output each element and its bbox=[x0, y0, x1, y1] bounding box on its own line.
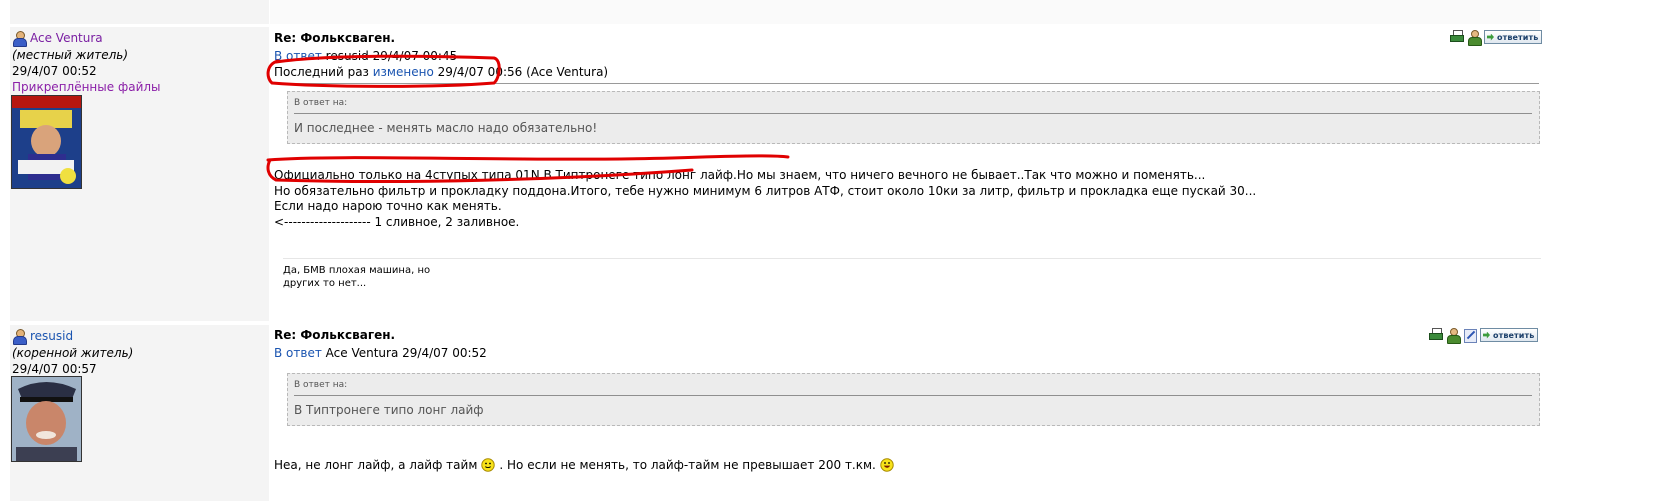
post1-reply-link[interactable]: В ответ bbox=[274, 49, 322, 63]
post1-author-link[interactable]: Ace Ventura bbox=[30, 31, 103, 45]
post2-quote-label: В ответ на: bbox=[294, 380, 348, 390]
post1-header-divider bbox=[274, 83, 1539, 84]
post2-reply-to: Ace Ventura 29/4/07 00:52 bbox=[325, 346, 487, 360]
post2-reply-info: В ответ Ace Ventura 29/4/07 00:52 bbox=[274, 346, 1539, 360]
post1-body: Официально только на 4ступых типа 01N.В … bbox=[274, 168, 1539, 230]
reply-arrow-icon bbox=[1483, 331, 1490, 339]
post2-author-status: (коренной житель) bbox=[12, 346, 134, 360]
post2-title: Re: Фольксваген. bbox=[274, 328, 396, 342]
post1-signature-divider bbox=[283, 258, 1541, 259]
post1-avatar[interactable] bbox=[11, 95, 82, 189]
post1-body-line: Официально только на 4ступых типа 01N.В … bbox=[274, 168, 1206, 182]
post1-quote: В ответ на: И последнее - менять масло н… bbox=[287, 91, 1540, 144]
previous-post-sidebar bbox=[10, 0, 269, 24]
smiley-icon bbox=[880, 458, 894, 472]
post2-reply-button-label: ответить bbox=[1493, 330, 1535, 340]
post2-quote-text: В Типтронеге типо лонг лайф bbox=[294, 403, 484, 417]
edit-icon[interactable] bbox=[1463, 328, 1477, 343]
post2-body-text: Неа, не лонг лайф, а лайф тайм bbox=[274, 458, 478, 472]
post2-author-info: resusid (коренной житель) 29/4/07 00:57 bbox=[10, 328, 269, 376]
post2-reply-link[interactable]: В ответ bbox=[274, 346, 322, 360]
post1-signature: Да, БМВ плохая машина, но других то нет.… bbox=[283, 265, 431, 289]
post2-quote-divider bbox=[294, 395, 1532, 396]
post1-reply-button-label: ответить bbox=[1497, 32, 1539, 42]
post2-body: Неа, не лонг лайф, а лайф тайм . Но если… bbox=[274, 458, 1539, 472]
post2-author-link[interactable]: resusid bbox=[30, 329, 73, 343]
post1-quote-text: И последнее - менять масло надо обязател… bbox=[294, 121, 598, 135]
post1-reply-info: В ответ resusid 29/4/07 00:45 bbox=[274, 49, 1539, 63]
private-message-icon[interactable] bbox=[1446, 328, 1461, 344]
post1-quote-divider bbox=[294, 113, 1532, 114]
post1-edited-prefix: Последний раз bbox=[274, 65, 369, 79]
user-icon bbox=[12, 328, 27, 345]
post2-reply-button[interactable]: ответить bbox=[1480, 328, 1539, 342]
post1-content: Re: Фольксваген. В ответ resusid 29/4/07… bbox=[274, 31, 1540, 230]
post1-reply-button[interactable]: ответить bbox=[1484, 30, 1543, 44]
post1-author-row: Ace Ventura bbox=[12, 30, 269, 47]
post1-body-line: Если надо нарою точно как менять. bbox=[274, 199, 502, 213]
post1-author-date: 29/4/07 00:52 bbox=[12, 64, 97, 78]
post1-body-line: Но обязательно фильтр и прокладку поддон… bbox=[274, 183, 1257, 198]
previous-post-body bbox=[270, 0, 1540, 24]
post1-body-line: <-------------------- 1 сливное, 2 залив… bbox=[274, 214, 520, 229]
printer-icon[interactable] bbox=[1429, 328, 1443, 342]
post1-attachments-link[interactable]: Прикреплённые файлы bbox=[12, 80, 269, 94]
post2-body-text: . Но если не менять, то лайф-тайм не пре… bbox=[499, 458, 876, 472]
post1-quote-label: В ответ на: bbox=[294, 98, 348, 108]
post1-edited-details: 29/4/07 00:56 (Ace Ventura) bbox=[437, 65, 609, 79]
post2-author-row: resusid bbox=[12, 328, 269, 345]
post1-edited-info: Последний раз изменено 29/4/07 00:56 (Ac… bbox=[274, 65, 1539, 79]
post2-quote: В ответ на: В Типтронеге типо лонг лайф bbox=[287, 373, 1540, 426]
post1-title: Re: Фольксваген. bbox=[274, 31, 396, 45]
post1-toolbar: ответить bbox=[1450, 30, 1543, 46]
reply-arrow-icon bbox=[1487, 33, 1494, 41]
printer-icon[interactable] bbox=[1450, 30, 1464, 44]
post2-author-date: 29/4/07 00:57 bbox=[12, 362, 97, 376]
post1-author-info: Ace Ventura (местный житель) 29/4/07 00:… bbox=[10, 30, 269, 94]
post2-content: Re: Фольксваген. В ответ Ace Ventura 29/… bbox=[274, 328, 1540, 472]
post2-avatar[interactable] bbox=[11, 376, 82, 462]
post1-edited-link[interactable]: изменено bbox=[373, 65, 434, 79]
post2-toolbar: ответить bbox=[1429, 328, 1539, 344]
post1-author-status: (местный житель) bbox=[12, 48, 129, 62]
private-message-icon[interactable] bbox=[1467, 30, 1482, 46]
user-icon bbox=[12, 30, 27, 47]
post1-reply-to: resusid 29/4/07 00:45 bbox=[325, 49, 458, 63]
smiley-icon bbox=[481, 458, 496, 472]
